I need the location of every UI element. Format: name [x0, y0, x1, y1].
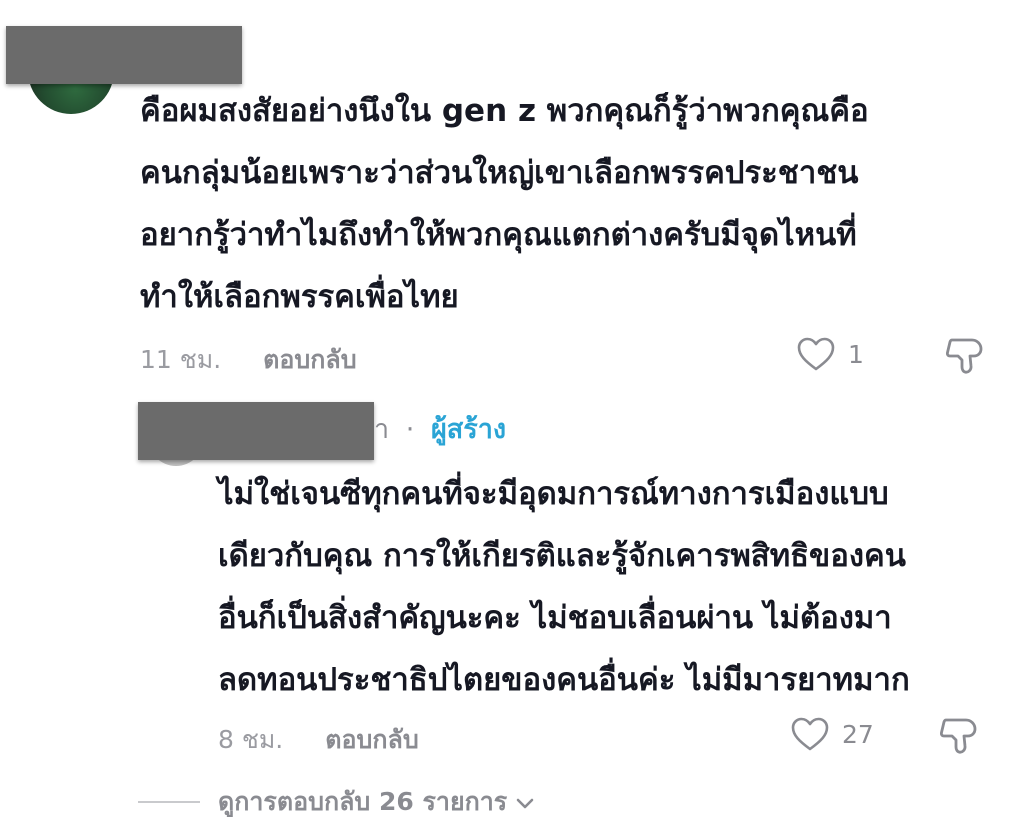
chevron-down-icon	[515, 788, 535, 817]
reply-text-line: เดียวกับคุณ การให้เกียรติและรู้จักเคารพส…	[218, 538, 906, 574]
redacted-username	[138, 402, 374, 460]
reply-meta: 8 ชม. ตอบกลับ	[218, 720, 419, 760]
dislike-button[interactable]	[938, 716, 980, 756]
creator-badge: ผู้สร้าง	[430, 414, 507, 445]
thumbs-down-icon	[945, 338, 983, 374]
redacted-username	[6, 26, 242, 84]
comment-text-line: คนกลุ่มน้อยเพราะว่าส่วนใหญ่เขาเลือกพรรคป…	[140, 155, 859, 191]
reply-author: า · ผู้สร้าง	[374, 410, 506, 450]
reply-button[interactable]: ตอบกลับ	[263, 340, 356, 380]
like-button[interactable]: 1	[796, 336, 864, 372]
comment-meta: 11 ชม. ตอบกลับ	[140, 340, 357, 380]
dislike-button[interactable]	[944, 336, 986, 376]
like-count: 1	[848, 339, 864, 369]
comment-text-line: อยากรู้ว่าทำไมถึงทำให้พวกคุณแตกต่างครับม…	[140, 217, 857, 253]
view-replies-label: ดูการตอบกลับ 26 รายการ	[218, 787, 508, 816]
view-replies-button[interactable]: ดูการตอบกลับ 26 รายการ	[138, 782, 535, 821]
like-count: 27	[842, 719, 874, 749]
reply-timestamp: 8 ชม.	[218, 725, 284, 754]
heart-icon	[797, 337, 835, 371]
comment-text-line: คือผมสงสัยอย่างนึงใน gen z พวกคุณก็รู้ว่…	[140, 93, 869, 129]
reply-text-line: ไม่ใช่เจนซีทุกคนที่จะมีอุดมการณ์ทางการเม…	[218, 476, 889, 512]
reply-text-line: อื่นก็เป็นสิ่งสำคัญนะคะ ไม่ชอบเลื่อนผ่าน…	[218, 600, 892, 636]
heart-icon	[791, 717, 829, 751]
comment-thread: คือผมสงสัยอย่างนึงใน gen z พวกคุณก็รู้ว่…	[0, 0, 1024, 821]
comment-timestamp: 11 ชม.	[140, 345, 222, 374]
reply-text-line: ลดทอนประชาธิปไตยของคนอื่นค่ะ ไม่มีมารยาท…	[218, 662, 910, 698]
reply-author-name[interactable]: า	[374, 414, 389, 445]
reply-text: ไม่ใช่เจนซีทุกคนที่จะมีอุดมการณ์ทางการเม…	[218, 463, 910, 711]
separator-dot: ·	[405, 414, 415, 445]
comment-text-line: ทำให้เลือกพรรคเพื่อไทย	[140, 279, 459, 315]
thumbs-down-icon	[939, 718, 977, 754]
reply-button[interactable]: ตอบกลับ	[325, 720, 418, 760]
comment-text: คือผมสงสัยอย่างนึงใน gen z พวกคุณก็รู้ว่…	[140, 80, 869, 328]
divider	[138, 801, 200, 803]
like-button[interactable]: 27	[790, 716, 874, 752]
